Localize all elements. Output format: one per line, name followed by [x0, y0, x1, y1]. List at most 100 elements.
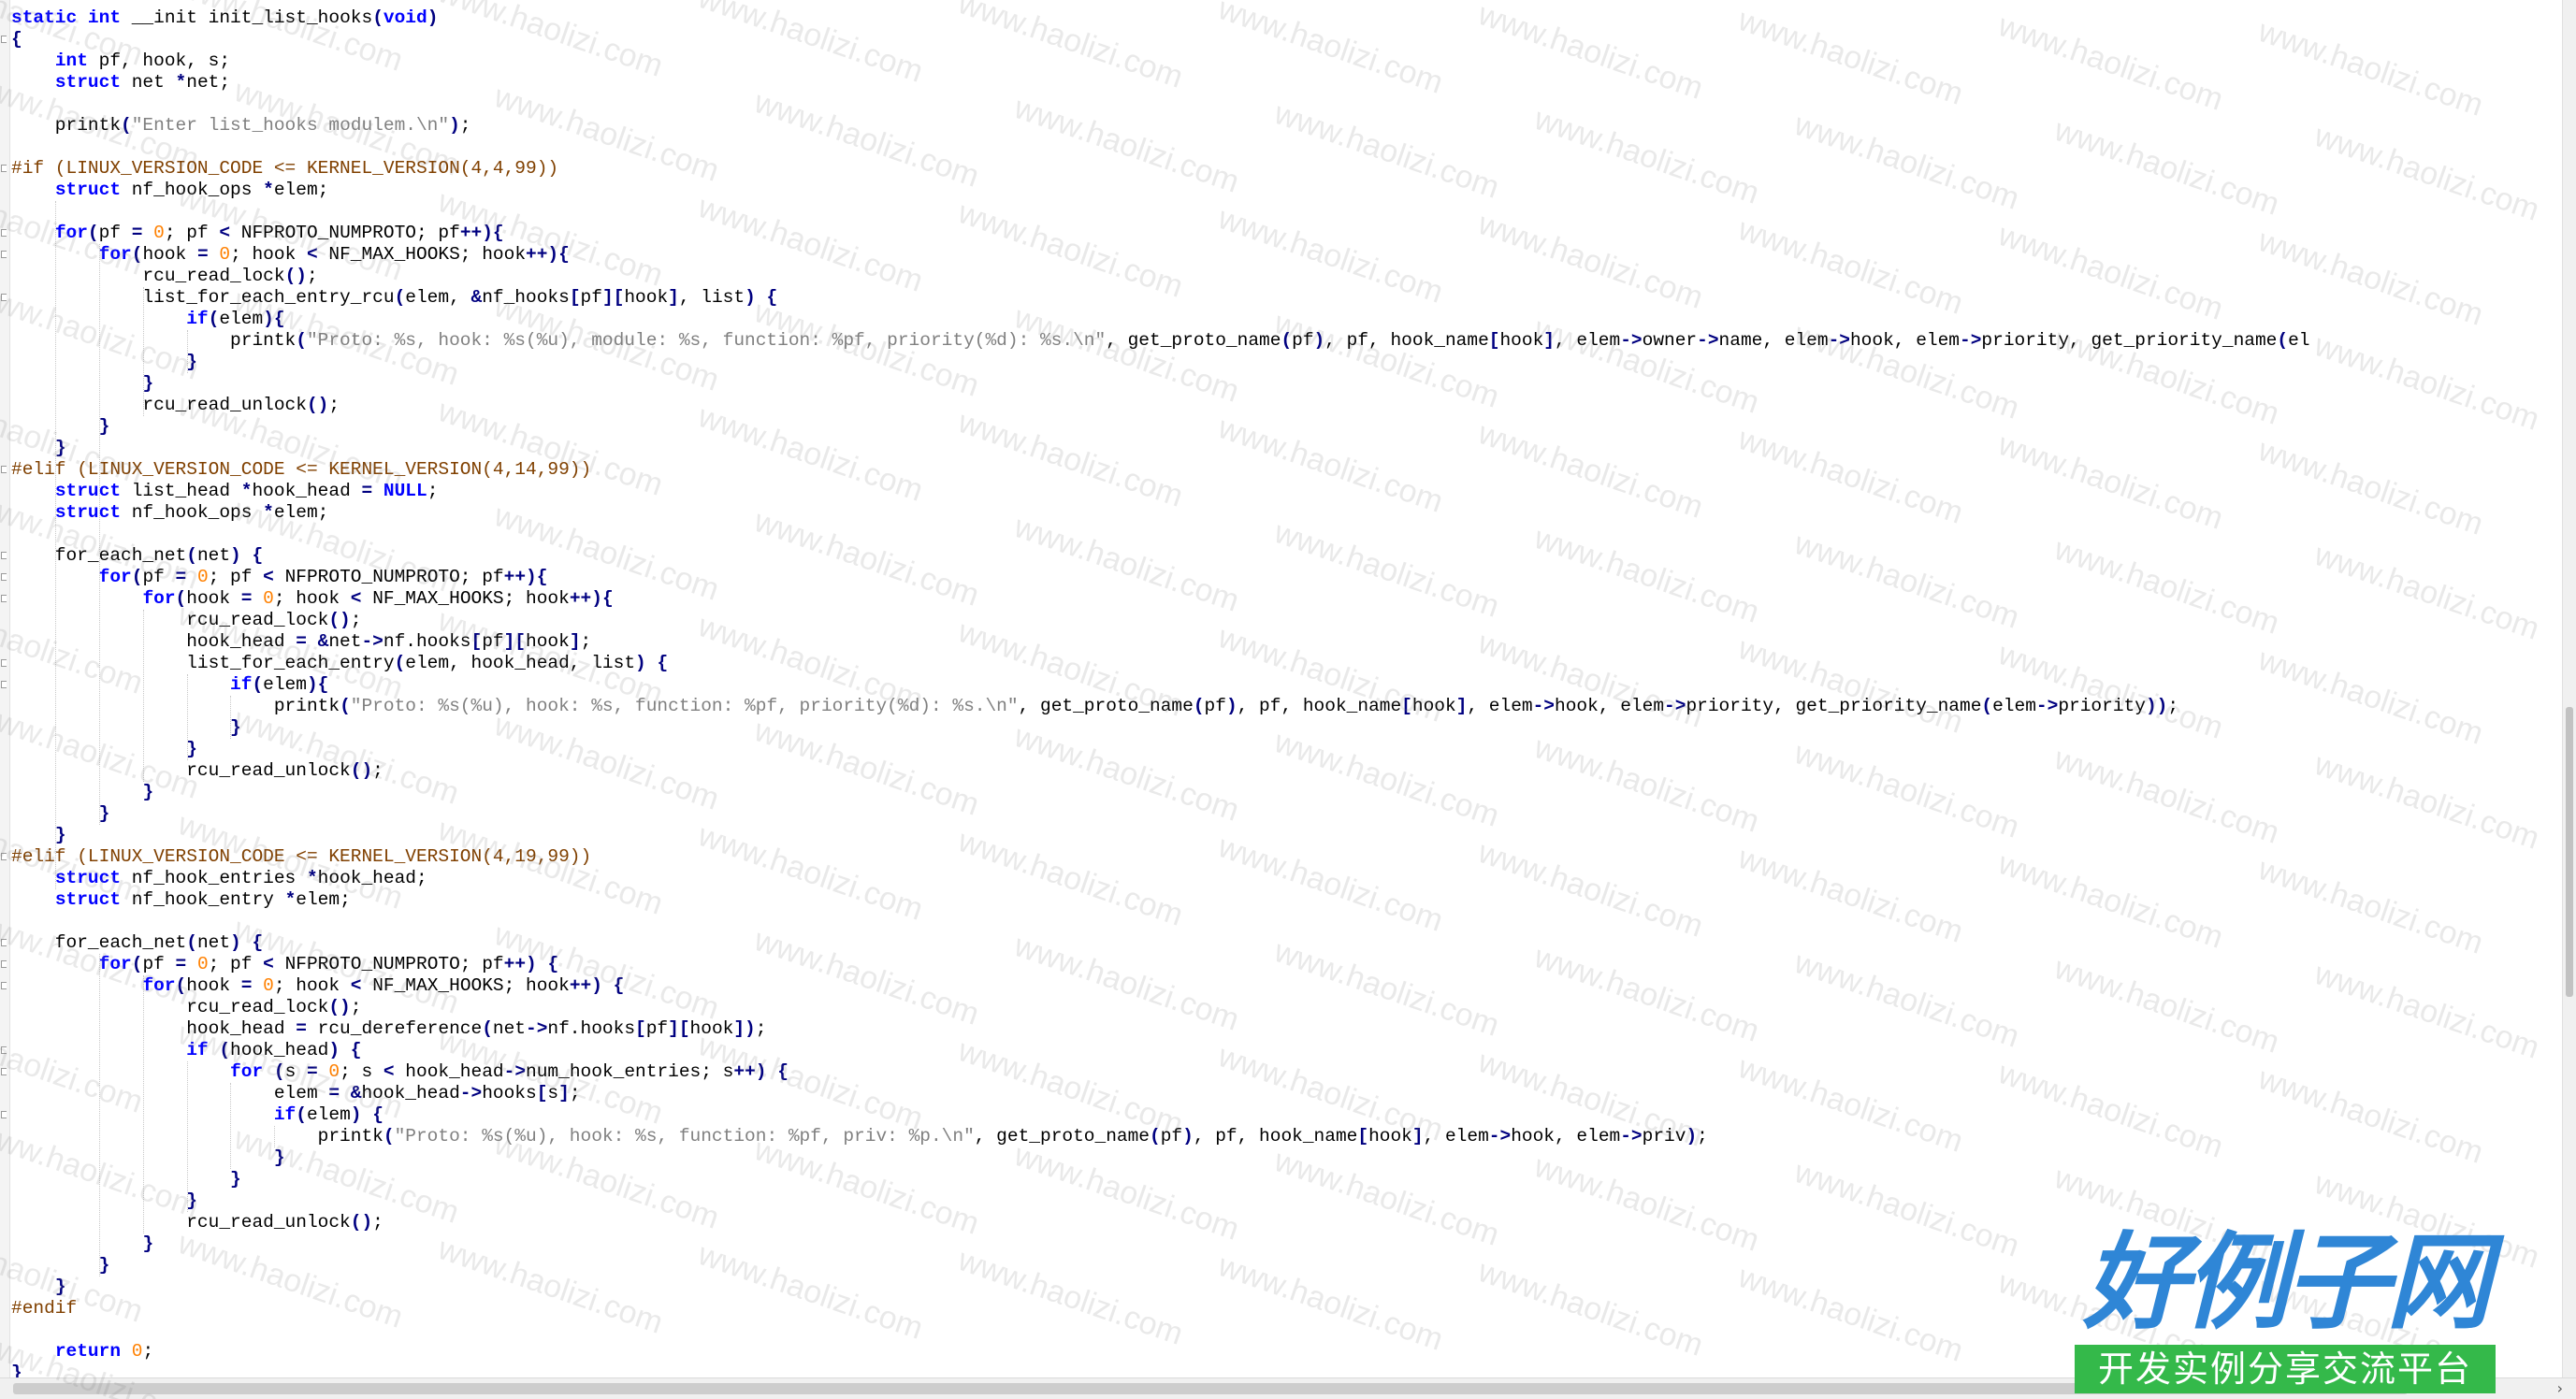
code-line[interactable]: for_each_net(net) {	[11, 545, 263, 567]
code-line[interactable]: struct list_head *hook_head = NULL;	[11, 481, 439, 502]
code-line[interactable]: }	[11, 416, 110, 438]
code-line[interactable]: for (s = 0; s < hook_head->num_hook_entr…	[11, 1061, 789, 1083]
code-line[interactable]: }	[11, 1233, 153, 1255]
code-line[interactable]: rcu_read_lock();	[11, 266, 317, 287]
fold-marker-icon[interactable]	[1, 36, 7, 43]
code-line[interactable]: struct nf_hook_ops *elem;	[11, 502, 329, 524]
code-token: )	[1686, 1126, 1698, 1147]
code-line[interactable]: for(hook = 0; hook < NF_MAX_HOOKS; hook+…	[11, 588, 613, 610]
code-line[interactable]: list_for_each_entry_rcu(elem, &nf_hooks[…	[11, 287, 777, 309]
fold-marker-icon[interactable]	[1, 853, 7, 860]
chevron-right-icon[interactable]: ›	[2557, 1379, 2563, 1397]
code-line[interactable]: printk("Proto: %s(%u), hook: %s, functio…	[11, 696, 2178, 717]
vertical-scrollbar[interactable]	[2562, 0, 2576, 1378]
code-line[interactable]: printk("Proto: %s, hook: %s(%u), module:…	[11, 330, 2309, 352]
code-line[interactable]: int pf, hook, s;	[11, 50, 230, 72]
fold-marker-icon[interactable]	[1, 960, 7, 968]
code-line[interactable]: }	[11, 825, 66, 846]
code-line[interactable]: if(elem){	[11, 309, 284, 330]
fold-marker-icon[interactable]	[1, 251, 7, 258]
code-line[interactable]: }	[11, 803, 110, 825]
code-line[interactable]: struct nf_hook_entry *elem;	[11, 889, 351, 911]
code-token: for	[54, 223, 88, 243]
fold-marker-icon[interactable]	[1, 681, 7, 688]
code-line[interactable]: }	[11, 373, 153, 395]
horizontal-scrollbar-thumb[interactable]	[13, 1383, 2408, 1394]
code-line[interactable]: if (hook_head) {	[11, 1040, 361, 1061]
fold-marker-icon[interactable]	[1, 552, 7, 559]
fold-marker-icon[interactable]	[1, 1111, 7, 1118]
code-line[interactable]: }	[11, 717, 241, 739]
code-line[interactable]: for(pf = 0; pf < NFPROTO_NUMPROTO; pf++)…	[11, 954, 559, 975]
fold-marker-icon[interactable]	[1, 466, 7, 473]
fold-marker-icon[interactable]	[1, 939, 7, 946]
code-line[interactable]: hook_head = rcu_dereference(net->nf.hook…	[11, 1018, 766, 1040]
code-line[interactable]: static int __init init_list_hooks(void)	[11, 7, 438, 29]
code-token: for	[98, 244, 132, 265]
code-line[interactable]: }	[11, 1190, 197, 1212]
code-line[interactable]: rcu_read_lock();	[11, 997, 361, 1018]
fold-gutter[interactable]	[0, 0, 10, 1378]
code-line[interactable]: for(hook = 0; hook < NF_MAX_HOOKS; hook+…	[11, 244, 570, 266]
fold-marker-icon[interactable]	[1, 229, 7, 237]
code-line[interactable]: rcu_read_lock();	[11, 610, 361, 631]
code-line[interactable]: for(hook = 0; hook < NF_MAX_HOOKS; hook+…	[11, 975, 624, 997]
code-line[interactable]: }	[11, 352, 197, 373]
code-token: net	[196, 932, 231, 953]
code-token: priv	[1642, 1126, 1686, 1147]
fold-marker-icon[interactable]	[1, 573, 7, 581]
code-line[interactable]: }	[11, 1147, 285, 1169]
code-line[interactable]: }	[11, 1255, 110, 1276]
code-token: <	[383, 1061, 395, 1082]
code-token: ;	[427, 481, 439, 501]
fold-marker-icon[interactable]	[1, 294, 7, 301]
code-line[interactable]: }	[11, 438, 66, 459]
code-token: NF_MAX_HOOKS; hook	[361, 975, 570, 996]
code-line[interactable]: rcu_read_unlock();	[11, 1212, 384, 1233]
code-token: int	[54, 50, 88, 71]
code-line[interactable]: printk("Proto: %s(%u), hook: %s, functio…	[11, 1126, 1708, 1147]
code-line[interactable]: }	[11, 1169, 241, 1190]
code-line[interactable]: if(elem){	[11, 674, 328, 696]
code-line[interactable]: printk("Enter list_hooks modulem.\n");	[11, 115, 471, 137]
code-token: )	[328, 1040, 340, 1060]
code-line[interactable]: }	[11, 1276, 66, 1298]
code-line[interactable]: for(pf = 0; pf < NFPROTO_NUMPROTO; pf++)…	[11, 567, 548, 588]
code-line[interactable]: elem = &hook_head->hooks[s];	[11, 1083, 581, 1104]
code-line[interactable]: rcu_read_unlock();	[11, 760, 384, 782]
indent-guide	[186, 330, 188, 373]
code-line[interactable]: struct net *net;	[11, 72, 230, 94]
code-token: *	[240, 481, 253, 501]
code-token: ;	[372, 760, 384, 781]
code-line[interactable]: #elif (LINUX_VERSION_CODE <= KERNEL_VERS…	[11, 846, 591, 868]
fold-marker-icon[interactable]	[1, 1046, 7, 1054]
fold-marker-icon[interactable]	[1, 595, 7, 602]
code-line[interactable]: {	[11, 29, 22, 50]
code-line[interactable]: rcu_read_unlock();	[11, 395, 340, 416]
code-editor[interactable]: static int __init init_list_hooks(void){…	[0, 0, 2576, 1399]
code-line[interactable]: #endif	[11, 1298, 77, 1320]
code-token: nf.hooks	[547, 1018, 636, 1039]
fold-marker-icon[interactable]	[1, 1068, 7, 1075]
code-area[interactable]: static int __init init_list_hooks(void){…	[11, 7, 2565, 1378]
code-line[interactable]: }	[11, 1363, 22, 1378]
code-line[interactable]: }	[11, 739, 197, 760]
code-line[interactable]: if(elem) {	[11, 1104, 384, 1126]
vertical-scrollbar-thumb[interactable]	[2566, 707, 2573, 997]
code-line[interactable]: struct nf_hook_entries *hook_head;	[11, 868, 427, 889]
fold-marker-icon[interactable]	[1, 982, 7, 989]
fold-marker-icon[interactable]	[1, 659, 7, 667]
fold-marker-icon[interactable]	[1, 165, 7, 172]
code-line[interactable]: #if (LINUX_VERSION_CODE <= KERNEL_VERSIO…	[11, 158, 558, 180]
code-line[interactable]: list_for_each_entry(elem, hook_head, lis…	[11, 653, 668, 674]
code-line[interactable]: for_each_net(net) {	[11, 932, 263, 954]
indent-guide	[230, 1083, 232, 1169]
code-token: (	[1281, 330, 1293, 351]
code-token: ++){	[459, 223, 504, 243]
code-line[interactable]: }	[11, 782, 153, 803]
code-line[interactable]: struct nf_hook_ops *elem;	[11, 180, 329, 201]
code-line[interactable]: for(pf = 0; pf < NFPROTO_NUMPROTO; pf++)…	[11, 223, 504, 244]
code-line[interactable]: return 0;	[11, 1341, 153, 1363]
